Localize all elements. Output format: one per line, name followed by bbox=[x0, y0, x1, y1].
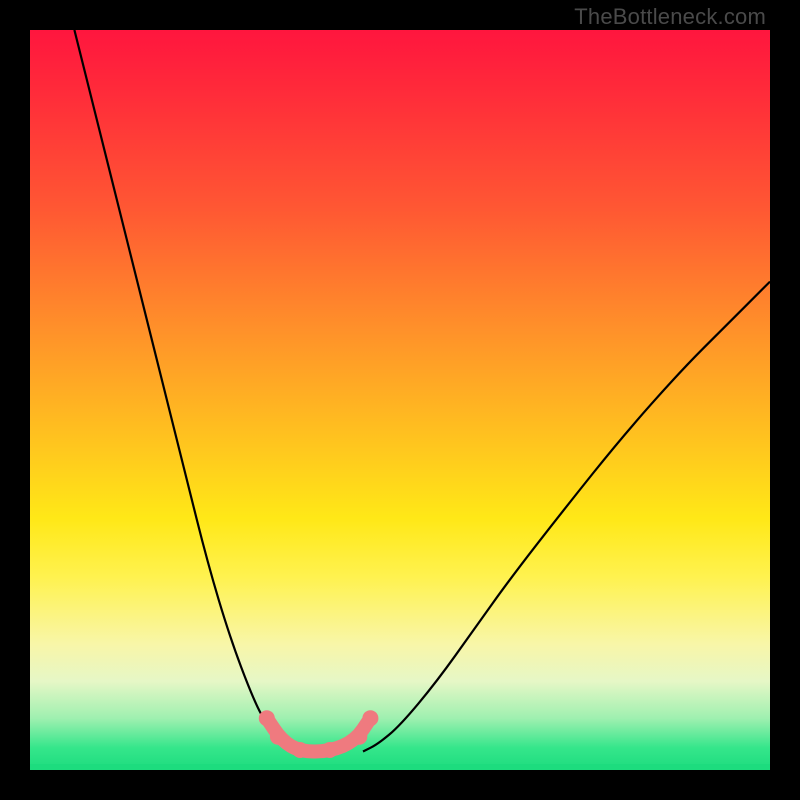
pink-dot bbox=[259, 710, 275, 726]
pink-dot bbox=[292, 742, 308, 758]
right-curve bbox=[363, 282, 770, 752]
watermark-text: TheBottleneck.com bbox=[574, 4, 766, 30]
chart-frame bbox=[30, 30, 770, 770]
left-curve bbox=[74, 30, 300, 752]
pink-dot bbox=[362, 710, 378, 726]
pink-dot bbox=[322, 742, 338, 758]
chart-svg bbox=[30, 30, 770, 770]
pink-dot bbox=[351, 729, 367, 745]
pink-dot bbox=[270, 729, 286, 745]
